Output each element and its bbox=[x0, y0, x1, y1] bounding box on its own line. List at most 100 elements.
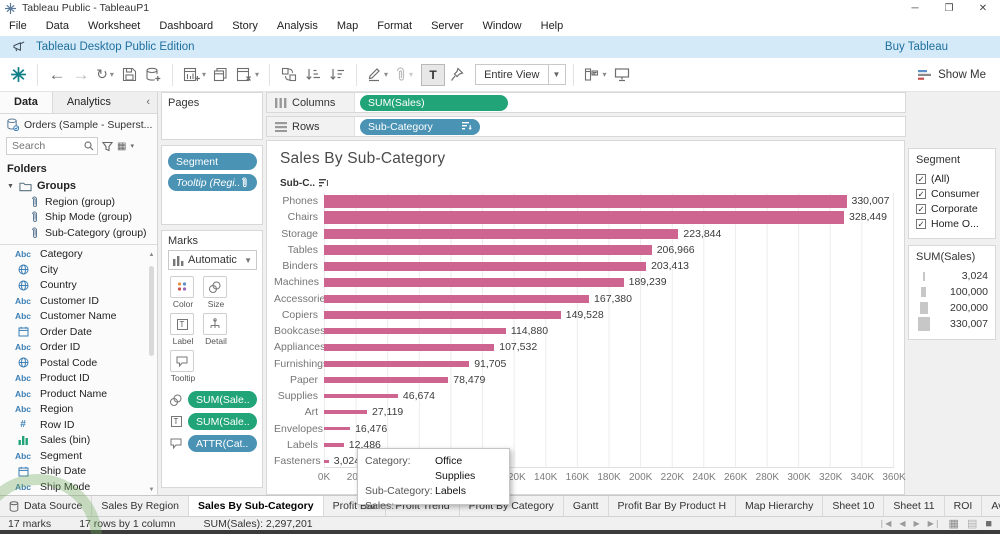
scroll-up-icon[interactable]: ▲ bbox=[147, 252, 156, 258]
menu-worksheet[interactable]: Worksheet bbox=[88, 20, 140, 32]
checkbox-checked-icon[interactable]: ✓ bbox=[916, 189, 926, 199]
checkbox-checked-icon[interactable]: ✓ bbox=[916, 204, 926, 214]
field-region[interactable]: AbcRegion bbox=[0, 402, 157, 418]
bar-mark[interactable] bbox=[324, 229, 678, 239]
search-box[interactable] bbox=[6, 137, 98, 155]
new-worksheet-icon[interactable]: ▾ bbox=[180, 62, 209, 88]
tab-average-profit[interactable]: Average Profit bbox=[982, 496, 1000, 516]
marks-button-tooltip[interactable]: Tooltip bbox=[170, 350, 196, 383]
menu-analysis[interactable]: Analysis bbox=[277, 20, 318, 32]
bar-mark[interactable] bbox=[324, 410, 367, 414]
fit-selector-caret[interactable]: ▼ bbox=[548, 65, 565, 84]
bar-mark[interactable] bbox=[324, 295, 589, 303]
size-legend-card[interactable]: SUM(Sales) 3,024100,000200,000330,007 bbox=[908, 245, 996, 340]
tab-sales-by-sub-category[interactable]: Sales By Sub-Category bbox=[189, 496, 324, 516]
mark-type-selector[interactable]: Automatic ▼ bbox=[168, 250, 257, 270]
field-product-id[interactable]: AbcProduct ID bbox=[0, 371, 157, 387]
columns-pill-sum-sales[interactable]: SUM(Sales) bbox=[360, 95, 508, 111]
marks-pill[interactable]: SUM(Sale.. bbox=[188, 391, 257, 408]
rows-pill-sub-category[interactable]: Sub-Category bbox=[360, 119, 480, 135]
segment-option[interactable]: ✓(All) bbox=[916, 171, 989, 186]
marks-pill-row[interactable]: TSUM(Sale.. bbox=[168, 413, 257, 430]
next-sheet-icon[interactable]: ▶ bbox=[914, 519, 920, 528]
scroll-down-icon[interactable]: ▼ bbox=[147, 487, 156, 493]
field-product-name[interactable]: AbcProduct Name bbox=[0, 386, 157, 402]
row-field-header[interactable]: Sub-C.. bbox=[280, 178, 329, 189]
field-customer-name[interactable]: AbcCustomer Name bbox=[0, 309, 157, 325]
tab-sheet-11[interactable]: Sheet 11 bbox=[884, 496, 944, 516]
bar-mark[interactable] bbox=[324, 245, 652, 254]
first-sheet-icon[interactable]: ❘◀ bbox=[879, 519, 892, 528]
tab-map-hierarchy[interactable]: Map Hierarchy bbox=[736, 496, 823, 516]
filmstrip-icon[interactable]: ▤ bbox=[967, 517, 977, 530]
menu-window[interactable]: Window bbox=[483, 20, 522, 32]
menu-help[interactable]: Help bbox=[541, 20, 564, 32]
tab-analytics[interactable]: Analytics bbox=[53, 92, 125, 113]
group-item[interactable]: Ship Mode (group) bbox=[0, 210, 157, 226]
bar-mark[interactable] bbox=[324, 344, 494, 350]
segment-option[interactable]: ✓Consumer bbox=[916, 186, 989, 201]
restore-button[interactable]: ❐ bbox=[932, 0, 966, 16]
field-country[interactable]: Country bbox=[0, 278, 157, 294]
checkbox-checked-icon[interactable]: ✓ bbox=[916, 174, 926, 184]
buy-tableau-link[interactable]: Buy Tableau bbox=[885, 41, 948, 53]
tab-sales-by-region[interactable]: Sales By Region bbox=[92, 496, 189, 516]
bar-mark[interactable] bbox=[324, 361, 469, 367]
forward-icon[interactable]: → bbox=[69, 62, 93, 88]
previous-sheet-icon[interactable]: ◀ bbox=[899, 519, 905, 528]
bar-mark[interactable] bbox=[324, 211, 844, 224]
marks-button-color[interactable]: Color bbox=[170, 276, 196, 309]
bar-mark[interactable] bbox=[324, 311, 561, 319]
filter-funnel-icon[interactable] bbox=[102, 141, 113, 152]
bar-mark[interactable] bbox=[324, 328, 506, 335]
field-customer-id[interactable]: AbcCustomer ID bbox=[0, 293, 157, 309]
marks-card[interactable]: Marks Automatic ▼ ColorSizeTLabelDetailT… bbox=[161, 230, 263, 488]
last-sheet-icon[interactable]: ▶❘ bbox=[928, 519, 941, 528]
datasource-row[interactable]: Orders (Sample - Superst... bbox=[0, 114, 157, 135]
group-members-icon[interactable]: ▾ bbox=[391, 62, 416, 88]
sort-ascending-icon[interactable] bbox=[301, 62, 325, 88]
marks-pill[interactable]: ATTR(Cat.. bbox=[188, 435, 257, 452]
segment-option[interactable]: ✓Home O... bbox=[916, 216, 989, 231]
close-button[interactable]: ✕ bbox=[966, 0, 1000, 16]
field-segment[interactable]: AbcSegment bbox=[0, 448, 157, 464]
search-input[interactable] bbox=[12, 140, 84, 152]
marks-button-detail[interactable]: Detail bbox=[203, 313, 229, 346]
field-city[interactable]: City bbox=[0, 262, 157, 278]
swap-axes-icon[interactable] bbox=[277, 62, 301, 88]
filter-pill-tooltip-regi-[interactable]: Tooltip (Regi.. bbox=[168, 174, 257, 191]
field-sales-bin-[interactable]: Sales (bin) bbox=[0, 433, 157, 449]
marks-button-label[interactable]: TLabel bbox=[170, 313, 196, 346]
duplicate-icon[interactable] bbox=[209, 62, 233, 88]
field-order-id[interactable]: AbcOrder ID bbox=[0, 340, 157, 356]
field-ship-date[interactable]: Ship Date bbox=[0, 464, 157, 480]
marks-pill[interactable]: SUM(Sale.. bbox=[188, 413, 257, 430]
presentation-mode-icon[interactable] bbox=[610, 62, 634, 88]
filter-pill-segment[interactable]: Segment bbox=[168, 153, 257, 170]
field-row-id[interactable]: #Row ID bbox=[0, 417, 157, 433]
segment-option[interactable]: ✓Corporate bbox=[916, 201, 989, 216]
chevron-down-icon[interactable]: ▼ bbox=[7, 183, 14, 190]
field-postal-code[interactable]: Postal Code bbox=[0, 355, 157, 371]
show-mark-labels-button[interactable]: T bbox=[421, 64, 445, 86]
mark-type-caret[interactable]: ▼ bbox=[244, 256, 252, 265]
scroll-thumb[interactable] bbox=[149, 266, 154, 356]
checkbox-checked-icon[interactable]: ✓ bbox=[916, 219, 926, 229]
field-order-date[interactable]: Order Date bbox=[0, 324, 157, 340]
bar-mark[interactable] bbox=[324, 278, 624, 287]
highlight-icon[interactable]: ▾ bbox=[364, 62, 391, 88]
tableau-logo-icon[interactable] bbox=[6, 62, 30, 88]
tab-profit-bar-by-product-h[interactable]: Profit Bar By Product H bbox=[609, 496, 737, 516]
back-icon[interactable]: ← bbox=[45, 62, 69, 88]
save-icon[interactable] bbox=[117, 62, 141, 88]
show-me-button[interactable]: Show Me bbox=[918, 69, 986, 81]
view-options-icon[interactable]: ▦ bbox=[117, 141, 126, 152]
marks-button-size[interactable]: Size bbox=[203, 276, 229, 309]
bar-mark[interactable] bbox=[324, 262, 646, 271]
menu-data[interactable]: Data bbox=[46, 20, 69, 32]
menu-map[interactable]: Map bbox=[337, 20, 358, 32]
fix-axes-pin-icon[interactable] bbox=[445, 62, 469, 88]
fullscreen-icon[interactable]: ■ bbox=[985, 518, 992, 530]
segment-filter-card[interactable]: Segment ✓(All)✓Consumer✓Corporate✓Home O… bbox=[908, 148, 996, 239]
menu-server[interactable]: Server bbox=[431, 20, 463, 32]
